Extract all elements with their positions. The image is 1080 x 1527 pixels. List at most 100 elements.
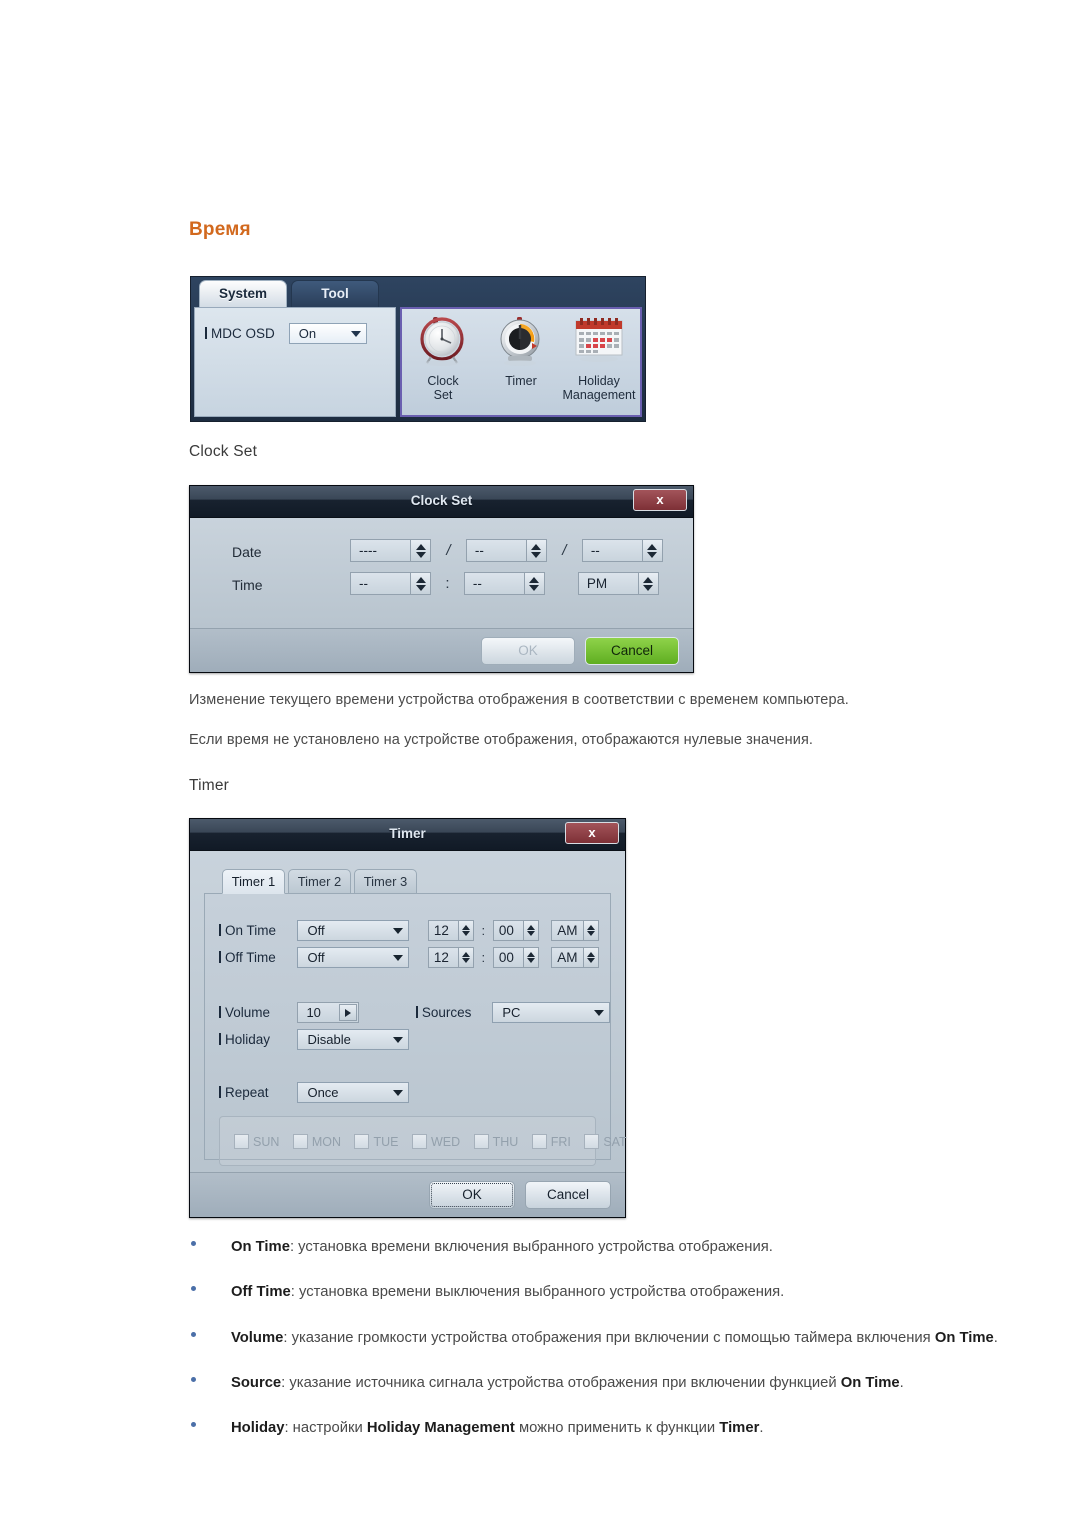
tab-system[interactable]: System xyxy=(199,280,287,307)
day-checkbox-wed[interactable] xyxy=(411,1134,427,1149)
date-year-arrows[interactable] xyxy=(410,539,431,562)
clock-set-cancel-button[interactable]: Cancel xyxy=(585,636,679,665)
document-page: Время System Tool MDC OSD On Clock Set T… xyxy=(0,0,1080,1527)
time-minute-spinner[interactable]: -- xyxy=(463,572,545,595)
on-time-minute-arrows[interactable] xyxy=(522,920,539,941)
on-time-meridiem-arrows[interactable] xyxy=(583,920,600,941)
on-time-meridiem-spinner[interactable]: AM xyxy=(551,920,600,941)
repeat-select[interactable]: Once xyxy=(297,1082,410,1103)
day-checkbox-mon[interactable] xyxy=(292,1134,308,1149)
timer-footer: OK Cancel xyxy=(190,1172,625,1217)
page-title: Время xyxy=(189,219,251,240)
subheading-clock-set: Clock Set xyxy=(189,443,258,460)
time-meridiem-arrows[interactable] xyxy=(637,572,659,595)
on-time-hour-spinner[interactable]: 12 xyxy=(427,920,474,941)
on-time-colon: : xyxy=(481,923,486,938)
off-time-colon: : xyxy=(481,950,486,965)
arrow-up-icon xyxy=(526,952,535,957)
on-time-minute-value: 00 xyxy=(492,920,523,941)
arrow-down-icon xyxy=(526,931,535,936)
bullet-term: Volume xyxy=(231,1329,284,1346)
repeat-row: Repeat Once xyxy=(219,1082,410,1103)
on-time-mode-select[interactable]: Off xyxy=(297,920,410,941)
arrow-up-icon xyxy=(461,925,470,930)
date-year-spinner[interactable]: ---- xyxy=(350,539,431,562)
date-month-arrows[interactable] xyxy=(525,539,547,562)
date-day-arrows[interactable] xyxy=(641,539,663,562)
holiday-caption-2: Management xyxy=(562,388,636,402)
timer-cancel-button[interactable]: Cancel xyxy=(525,1181,611,1209)
arrow-down-icon xyxy=(415,551,426,558)
clock-set-ok-button[interactable]: OK xyxy=(481,636,575,665)
bullet-text: Volume: указание громкости устройства от… xyxy=(231,1330,998,1346)
bullet-dot-icon xyxy=(191,1422,196,1428)
day-label-fri: FRI xyxy=(550,1135,571,1149)
holiday-caption-1: Holiday xyxy=(578,374,620,388)
time-hour-spinner[interactable]: -- xyxy=(350,572,431,595)
volume-increase-button[interactable] xyxy=(339,1004,358,1021)
bullet-text: On Time: установка времени включения выб… xyxy=(231,1239,773,1255)
on-time-minute-spinner[interactable]: 00 xyxy=(492,920,539,941)
bullet-rest: : настройки xyxy=(284,1420,367,1437)
off-time-label: Off Time xyxy=(219,950,293,965)
list-item: On Time: установка времени включения выб… xyxy=(189,1234,1009,1260)
on-time-hour-arrows[interactable] xyxy=(457,920,474,941)
tab-timer-1[interactable]: Timer 1 xyxy=(222,869,285,894)
holiday-management-icon xyxy=(575,318,623,362)
off-time-minute-spinner[interactable]: 00 xyxy=(492,947,539,968)
clock-set-tile[interactable]: Clock Set xyxy=(404,315,482,402)
icon-row: Clock Set Timer Holiday Management xyxy=(402,309,640,402)
bullet-term: On Time xyxy=(231,1239,290,1255)
day-checkbox-sat[interactable] xyxy=(584,1134,600,1149)
off-time-minute-arrows[interactable] xyxy=(522,947,539,968)
date-separator-1: / xyxy=(446,542,451,559)
mdc-osd-row: MDC OSD On xyxy=(205,323,395,344)
arrow-up-icon xyxy=(526,925,535,930)
bullet-mid: можно применить к функции xyxy=(514,1420,720,1437)
time-hour-arrows[interactable] xyxy=(410,572,431,595)
day-checkbox-fri[interactable] xyxy=(531,1134,547,1149)
mdc-osd-select[interactable]: On xyxy=(288,323,367,344)
date-day-spinner[interactable]: -- xyxy=(581,539,663,562)
off-time-hour-arrows[interactable] xyxy=(457,947,474,968)
list-item: Holiday: настройки Holiday Management мо… xyxy=(189,1415,1009,1441)
off-time-hour-spinner[interactable]: 12 xyxy=(427,947,474,968)
off-time-hour-value: 12 xyxy=(427,947,458,968)
volume-stepper[interactable]: 10 xyxy=(297,1002,360,1023)
day-checkbox-thu[interactable] xyxy=(473,1134,489,1149)
timer-tile[interactable]: Timer xyxy=(482,315,560,402)
tab-timer-2[interactable]: Timer 2 xyxy=(288,869,351,894)
day-checkbox-tue[interactable] xyxy=(354,1134,370,1149)
tab-tool[interactable]: Tool xyxy=(291,280,379,307)
timer-ok-button[interactable]: OK xyxy=(429,1181,515,1209)
off-time-mode-select[interactable]: Off xyxy=(297,947,410,968)
holiday-select[interactable]: Disable xyxy=(297,1029,410,1050)
bullet-dot-icon xyxy=(191,1331,196,1337)
bullet-dot-icon xyxy=(191,1241,196,1246)
day-checkbox-sun[interactable] xyxy=(234,1134,249,1149)
arrow-down-icon xyxy=(526,958,535,963)
close-icon[interactable]: x xyxy=(633,489,687,511)
day-label-tue: TUE xyxy=(373,1135,399,1149)
time-minute-arrows[interactable] xyxy=(523,572,545,595)
off-time-meridiem-arrows[interactable] xyxy=(583,947,600,968)
off-time-meridiem-spinner[interactable]: AM xyxy=(551,947,600,968)
holiday-management-tile[interactable]: Holiday Management xyxy=(560,315,638,402)
volume-row: Volume 10 Sources PC xyxy=(219,1002,611,1024)
off-time-minute-value: 00 xyxy=(492,947,523,968)
arrow-down-icon xyxy=(643,584,654,591)
volume-value: 10 xyxy=(306,1005,321,1020)
time-separator-1: : xyxy=(445,575,450,592)
time-meridiem-spinner[interactable]: PM xyxy=(577,572,659,595)
arrow-down-icon xyxy=(415,584,426,591)
date-month-value: -- xyxy=(465,539,526,562)
bullet-tail: . xyxy=(899,1374,904,1391)
date-month-spinner[interactable]: -- xyxy=(465,539,547,562)
close-icon[interactable]: x xyxy=(565,822,619,844)
paragraph-2: Если время не установлено на устройстве … xyxy=(189,732,814,748)
tab-timer-3[interactable]: Timer 3 xyxy=(354,869,417,894)
arrow-down-icon xyxy=(461,958,470,963)
list-item: Volume: указание громкости устройства от… xyxy=(189,1325,1009,1351)
timer-title: Timer xyxy=(389,826,426,841)
sources-select[interactable]: PC xyxy=(492,1002,611,1024)
